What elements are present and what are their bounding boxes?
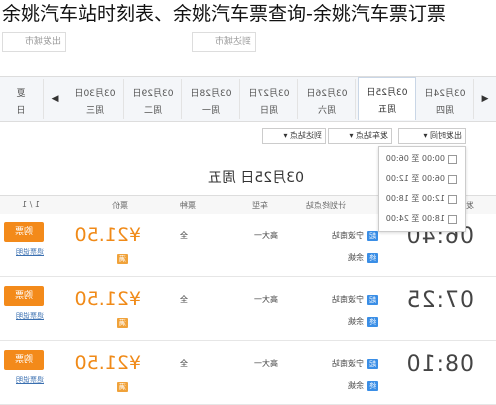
table-row: 08:10 起 宁波南站 终 余姚 高大一 全 ¥21.50 满 购票 退票说明 [0,342,496,405]
arrive-station-filter[interactable]: 到达站点 ▾ [262,128,326,144]
date-tab-weekday: 日 [16,106,26,116]
date-tab-5[interactable]: 03月29日 周二 [125,79,182,119]
date-tab-weekday: 周五 [378,105,397,115]
date-tab-weekday: 周一 [202,106,221,116]
seat-type: 全 [180,359,188,368]
col-vehicle: 车型 [252,201,268,210]
ticket-price: ¥21.50 [74,224,141,246]
dest-badge: 终 [367,253,378,263]
date-tab-weekday: 周六 [318,106,337,116]
to-city-label: 到达城市 [214,37,251,47]
availability-badge: 满 [117,318,128,328]
depart-station-filter[interactable]: 发车站点 ▾ [328,128,392,144]
origin-badge: 起 [367,359,378,369]
time-option-label: 00:00 至 06:00 [385,154,445,163]
dest-badge: 终 [367,381,378,391]
from-station: 宁波南站 [332,359,364,368]
origin-badge: 起 [367,295,378,305]
depart-time-label: 出发时间 [430,131,462,140]
seat-type: 全 [180,295,188,304]
date-tab-weekday: 周四 [436,106,455,116]
from-city-field[interactable]: 出发城市 [2,32,66,52]
from-city-label: 出发城市 [24,37,61,47]
availability-badge: 满 [117,382,128,392]
time-option-label: 18:00 至 24:00 [385,214,445,223]
date-tab-weekday: 周二 [144,106,163,116]
seat-type: 全 [180,231,188,240]
date-tab-3[interactable]: 03月27日 周日 [241,79,298,119]
time-option[interactable]: 00:00 至 06:00 [379,151,465,167]
time-option[interactable]: 18:00 至 24:00 [379,211,465,227]
date-tab-2[interactable]: 03月26日 周六 [299,79,356,119]
ticket-price: ¥21.50 [74,352,141,374]
date-tab-weekday: 周日 [260,106,279,116]
checkbox-icon[interactable] [448,215,457,224]
from-station: 宁波南站 [332,295,364,304]
col-dest: 计划终点站 [306,201,346,210]
vehicle-type: 高大一 [254,295,278,304]
depart-time-filter[interactable]: 出发时间 ▾ [398,128,466,144]
checkbox-icon[interactable] [448,195,457,204]
date-tab-date: 03月25日 [366,88,408,98]
dest-badge: 终 [367,317,378,327]
date-tab-1-active[interactable]: 03月25日 周五 [358,77,416,120]
date-tab-6[interactable]: 03月30日 周三 [67,79,124,119]
depart-station-label: 发车站点 [356,131,388,140]
vehicle-type: 高大一 [254,231,278,240]
buy-ticket-button[interactable]: 购票 [4,222,44,242]
refund-info-link[interactable]: 退票说明 [16,247,44,257]
refund-info-link[interactable]: 退票说明 [16,311,44,321]
col-seat-type: 票种 [180,201,196,210]
date-tab-weekday: 周三 [86,106,105,116]
depart-time-dropdown: 00:00 至 06:00 06:00 至 12:00 12:00 至 18:0… [378,146,466,232]
depart-time: 08:10 [405,352,474,377]
pager[interactable]: 1 / 1 [22,200,40,209]
date-tab-date: 03月24日 [424,89,466,99]
depart-time: 07:25 [405,288,474,313]
to-station: 余姚 [348,381,364,390]
date-tab-7[interactable]: 夏 日 [0,79,44,119]
to-city-field[interactable]: 到达城市 [192,32,256,52]
date-tab-4[interactable]: 03月28日 周一 [183,79,240,119]
buy-ticket-button[interactable]: 购票 [4,350,44,370]
ticket-search-panel: 出发城市 到达城市 ◀ 03月24日 周四 03月25日 周五 03月26日 周… [0,0,496,405]
selected-day-title: 03月25日 周五 [207,170,304,186]
time-option[interactable]: 12:00 至 18:00 [379,191,465,207]
page-title: 余姚汽车站时刻表、余姚汽车票查询-余姚汽车票订票 [2,3,446,25]
ticket-price: ¥21.50 [74,288,141,310]
checkbox-icon[interactable] [448,155,457,164]
vehicle-type: 高大一 [254,359,278,368]
time-option[interactable]: 06:00 至 12:00 [379,171,465,187]
time-option-label: 12:00 至 18:00 [385,194,445,203]
buy-ticket-button[interactable]: 购票 [4,286,44,306]
prev-dates-arrow-icon[interactable]: ◀ [476,91,494,107]
refund-info-link[interactable]: 退票说明 [16,375,44,385]
origin-badge: 起 [367,231,378,241]
to-station: 余姚 [348,317,364,326]
date-tab-date: 03月29日 [132,89,174,99]
arrive-station-label: 到达站点 [290,131,322,140]
availability-badge: 满 [117,254,128,264]
date-tab-date: 夏 [16,89,26,99]
date-tab-date: 03月28日 [190,89,232,99]
next-dates-arrow-icon[interactable]: ▶ [46,91,64,107]
date-tab-date: 03月30日 [74,89,116,99]
to-station: 余姚 [348,253,364,262]
date-tab-date: 03月27日 [248,89,290,99]
table-row: 07:25 起 宁波南站 终 余姚 高大一 全 ¥21.50 满 购票 退票说明 [0,278,496,341]
time-option-label: 06:00 至 12:00 [385,174,445,183]
date-selector: ◀ 03月24日 周四 03月25日 周五 03月26日 周六 03月27日 周… [0,76,496,122]
from-station: 宁波南站 [332,231,364,240]
date-tab-0[interactable]: 03月24日 周四 [417,79,474,119]
col-price: 票价 [112,201,128,210]
date-tab-date: 03月26日 [306,89,348,99]
checkbox-icon[interactable] [448,175,457,184]
